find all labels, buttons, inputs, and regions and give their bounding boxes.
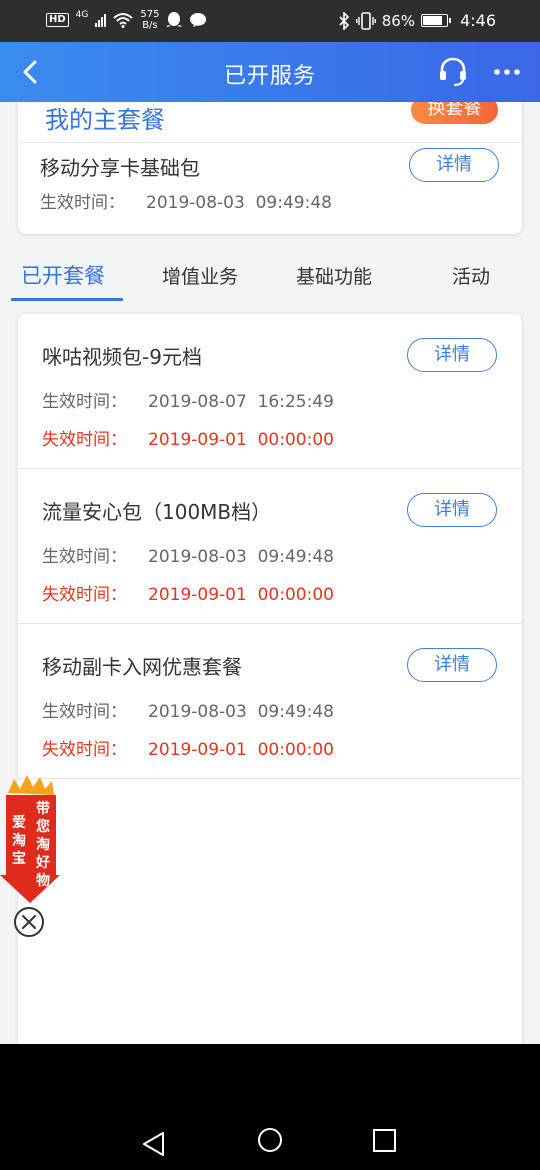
tab-value-added[interactable]: 增值业务 [162, 262, 238, 289]
effective-label: 生效时间： [40, 193, 125, 213]
close-circle-icon[interactable] [13, 906, 45, 938]
network-type: 4G [75, 10, 89, 20]
expire-time: 2019-09-01 00:00:00 [148, 740, 334, 760]
list-item: 流量安心包（100MB档） 详情 生效时间： 2019-08-03 09:49:4… [18, 469, 522, 624]
ad-line-2: 爱淘宝 [12, 815, 26, 867]
status-bar: HD 4G 575 B/s 86% 4:46 [0, 0, 540, 42]
detail-button[interactable]: 详情 [407, 338, 497, 372]
package-name: 咪咕视频包-9元档 [42, 345, 202, 369]
effective-row: 生效时间： 2019-08-03 09:49:48 [42, 697, 334, 722]
taobao-ad-banner[interactable]: 带您淘好物 爱淘宝 [0, 775, 60, 905]
message-icon [190, 13, 207, 27]
content-area[interactable]: 我的主套餐 换套餐 移动分享卡基础包 详情 生效时间： 2019-08-03 09… [0, 102, 540, 1044]
expire-time: 2019-09-01 00:00:00 [148, 585, 334, 605]
divider [18, 142, 522, 143]
expire-label: 失效时间： [42, 740, 127, 760]
title-bar: 已开服务 [0, 42, 540, 102]
wifi-icon [113, 13, 134, 28]
hd-badge: HD [46, 13, 69, 27]
active-tab-indicator [11, 298, 123, 301]
vibrate-icon [355, 11, 376, 30]
main-package-name: 移动分享卡基础包 [40, 156, 200, 180]
list-item: 咪咕视频包-9元档 详情 生效时间： 2019-08-07 16:25:49 失效… [18, 314, 522, 469]
circle-home-icon[interactable] [250, 1124, 290, 1164]
effective-label: 生效时间： [42, 392, 127, 412]
effective-label: 生效时间： [42, 702, 127, 722]
expire-time: 2019-09-01 00:00:00 [148, 430, 334, 450]
expire-label: 失效时间： [42, 585, 127, 605]
clock: 4:46 [460, 11, 496, 30]
bluetooth-icon [339, 11, 349, 30]
square-recents-icon[interactable] [365, 1124, 405, 1164]
expire-row: 失效时间： 2019-09-01 00:00:00 [42, 735, 334, 760]
status-left-group: HD 4G 575 B/s [46, 9, 207, 31]
ad-line-1: 带您淘好物 [35, 801, 50, 889]
network-speed: 575 B/s [140, 9, 159, 31]
effective-label: 生效时间： [42, 547, 127, 567]
speed-unit: B/s [142, 20, 158, 31]
expire-row: 失效时间： 2019-09-01 00:00:00 [42, 425, 334, 450]
effective-time: 2019-08-03 09:49:48 [148, 547, 334, 567]
qq-icon [166, 12, 183, 27]
more-dots-icon[interactable] [492, 62, 522, 82]
system-nav-bar [0, 1044, 540, 1170]
tab-opened-packages[interactable]: 已开套餐 [21, 260, 105, 290]
main-package-card: 我的主套餐 换套餐 移动分享卡基础包 详情 生效时间： 2019-08-03 09… [18, 102, 522, 234]
package-list: 咪咕视频包-9元档 详情 生效时间： 2019-08-07 16:25:49 失效… [18, 314, 522, 1044]
effective-row: 生效时间： 2019-08-07 16:25:49 [42, 387, 334, 412]
main-package-detail-button[interactable]: 详情 [409, 148, 499, 182]
effective-time: 2019-08-03 09:49:48 [146, 193, 332, 213]
tab-activities[interactable]: 活动 [452, 262, 490, 289]
battery-icon [421, 14, 452, 27]
effective-time: 2019-08-07 16:25:49 [148, 392, 334, 412]
tab-basic-functions[interactable]: 基础功能 [296, 262, 372, 289]
main-package-effective-row: 生效时间： 2019-08-03 09:49:48 [40, 188, 332, 213]
headset-icon[interactable] [438, 56, 468, 88]
signal-icon [95, 13, 107, 27]
switch-package-button[interactable]: 换套餐 [411, 102, 498, 124]
list-item: 移动副卡入网优惠套餐 详情 生效时间： 2019-08-03 09:49:48 失… [18, 624, 522, 779]
expire-row: 失效时间： 2019-09-01 00:00:00 [42, 580, 334, 605]
battery-fill [423, 16, 442, 25]
effective-row: 生效时间： 2019-08-03 09:49:48 [42, 542, 334, 567]
package-name: 移动副卡入网优惠套餐 [42, 655, 242, 679]
battery-percent: 86% [381, 11, 416, 30]
triangle-back-icon[interactable] [135, 1124, 175, 1164]
package-name: 流量安心包（100MB档） [42, 500, 272, 524]
speed-value: 575 [140, 9, 160, 20]
main-package-title: 我的主套餐 [45, 106, 165, 134]
status-right-group: 86% 4:46 [338, 11, 496, 30]
detail-button[interactable]: 详情 [407, 648, 497, 682]
effective-time: 2019-08-03 09:49:48 [148, 702, 334, 722]
detail-button[interactable]: 详情 [407, 493, 497, 527]
expire-label: 失效时间： [42, 430, 127, 450]
tab-bar: 已开套餐 增值业务 基础功能 活动 [0, 254, 540, 302]
